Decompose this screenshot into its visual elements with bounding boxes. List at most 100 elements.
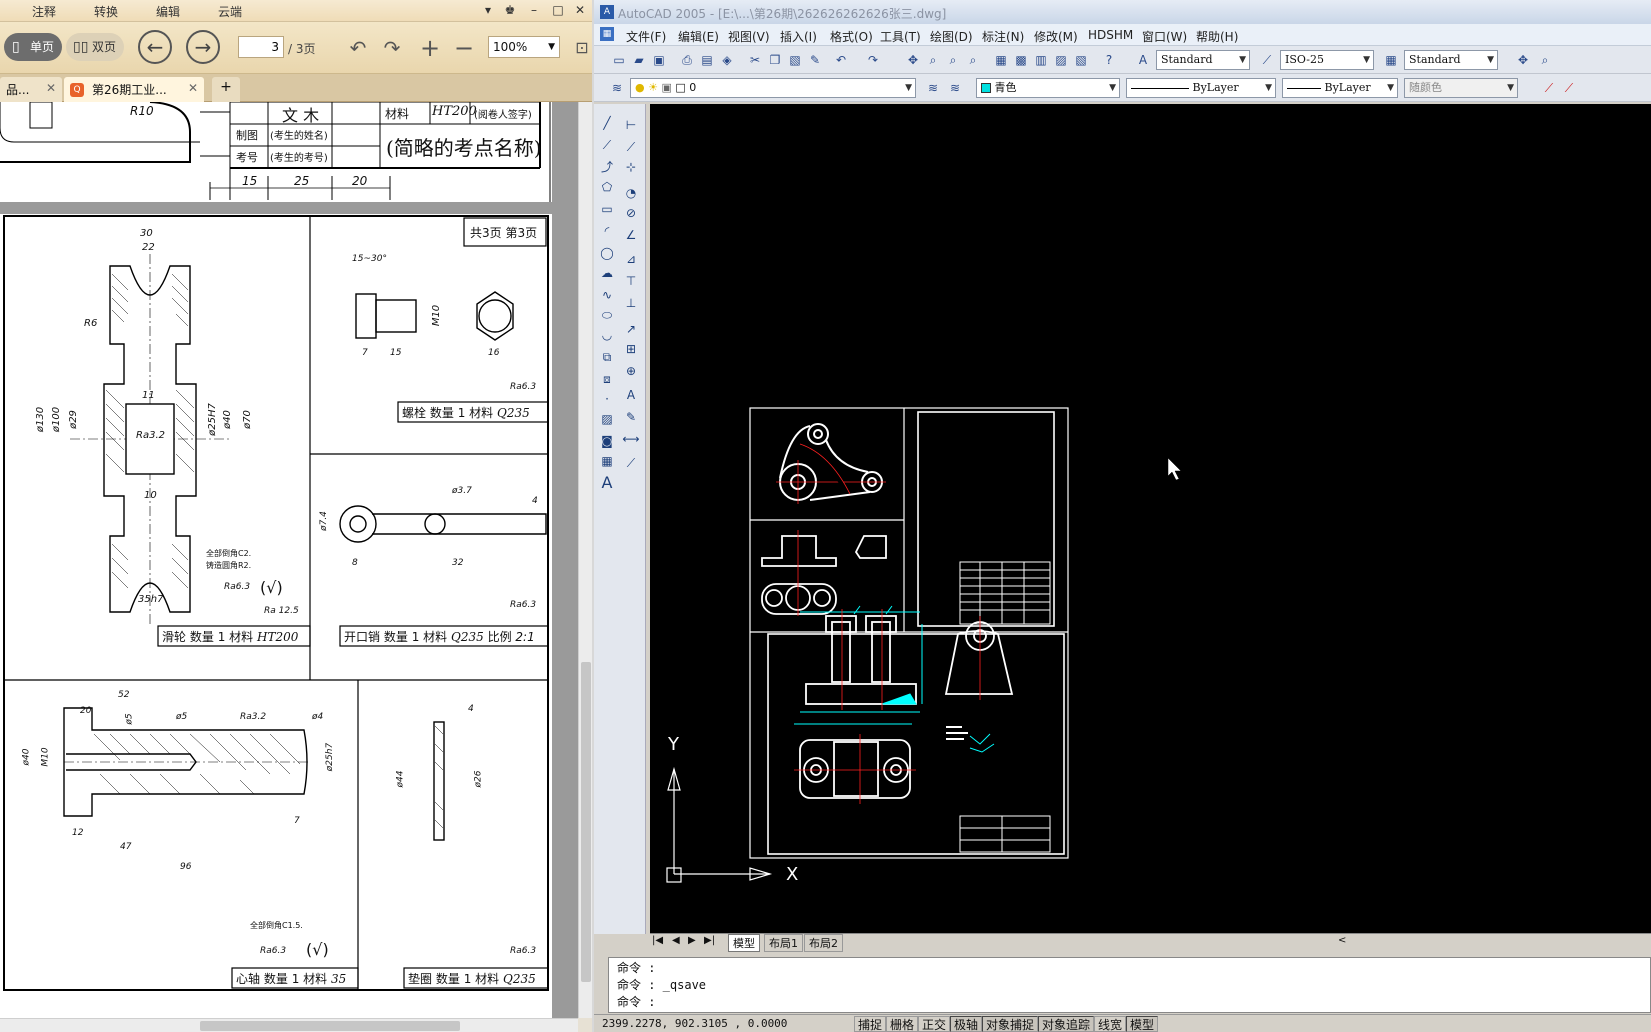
last-tab-icon[interactable]: ▶|: [704, 935, 715, 946]
tab-layout2[interactable]: 布局2: [804, 934, 843, 952]
skin-icon[interactable]: ♚: [500, 1, 520, 19]
menu-tools[interactable]: 工具(T): [880, 28, 921, 45]
color-select[interactable]: 青色 ▼: [976, 78, 1120, 98]
new-tab-button[interactable]: +: [212, 77, 240, 102]
quick-dim-icon[interactable]: ⊿: [622, 250, 640, 268]
tab-model[interactable]: 模型: [728, 934, 760, 952]
publish-icon[interactable]: ◈: [718, 51, 736, 69]
menu-convert[interactable]: 转换: [94, 3, 118, 20]
dim-update-icon[interactable]: ⟷: [622, 430, 640, 448]
menu-view[interactable]: 视图(V): [728, 28, 770, 45]
menu-annotate[interactable]: 注释: [32, 3, 56, 20]
properties-icon[interactable]: ▦: [992, 51, 1010, 69]
polyline-icon[interactable]: ⤴: [598, 158, 616, 176]
snap-toggle[interactable]: 捕捉: [854, 1016, 887, 1032]
save-icon[interactable]: ▣: [650, 51, 668, 69]
point-icon[interactable]: ·: [598, 390, 616, 408]
minimize-button[interactable]: –: [524, 1, 544, 19]
zoom-in-icon[interactable]: +: [418, 36, 442, 60]
close-icon[interactable]: ✕: [46, 81, 56, 95]
lineweight-toggle[interactable]: 线宽: [1094, 1016, 1127, 1032]
design-center-icon[interactable]: ▩: [1012, 51, 1030, 69]
document-icon[interactable]: ▦: [600, 27, 614, 41]
command-prompt[interactable]: 命令 :: [617, 994, 1650, 1011]
revision-cloud-icon[interactable]: ☁: [598, 264, 616, 282]
rotate-right-icon[interactable]: ↷: [380, 36, 404, 60]
fit-page-icon[interactable]: ⊡: [570, 36, 592, 60]
table-icon[interactable]: ▦: [598, 452, 616, 470]
tab-doc-1[interactable]: 品... ✕: [0, 77, 62, 102]
undo-icon[interactable]: ↶: [832, 51, 850, 69]
menu-window[interactable]: 窗口(W): [1142, 28, 1187, 45]
menu-edit[interactable]: 编辑: [156, 3, 180, 20]
command-window[interactable]: 命令 : 命令 : _qsave 命令 :: [608, 957, 1651, 1013]
redo-icon[interactable]: ↷: [864, 51, 882, 69]
dropdown-icon[interactable]: ▾: [478, 1, 498, 19]
ellipse-icon[interactable]: ⬭: [598, 306, 616, 324]
menu-insert[interactable]: 插入(I): [780, 28, 817, 45]
dim-text-edit-icon[interactable]: ✎: [622, 408, 640, 426]
page-number-input[interactable]: [238, 36, 284, 58]
preview-icon[interactable]: ▤: [698, 51, 716, 69]
hatch-icon[interactable]: ▨: [598, 410, 616, 428]
dim-aligned-icon[interactable]: ⟋: [1560, 79, 1578, 97]
insert-block-icon[interactable]: ⧉: [598, 348, 616, 366]
menu-edit[interactable]: 编辑(E): [678, 28, 719, 45]
print-icon[interactable]: ⎙: [678, 51, 696, 69]
menu-dimension[interactable]: 标注(N): [982, 28, 1024, 45]
dim-style-icon[interactable]: ⟋: [622, 454, 640, 472]
dim-linear-icon[interactable]: ⊢: [622, 116, 640, 134]
menu-file[interactable]: 文件(F): [626, 28, 666, 45]
document-viewport[interactable]: R10 文 木 材料 HT200 (阅卷人签字) 制图 (考生的姓名) 考号 (…: [0, 102, 578, 1018]
make-block-icon[interactable]: ⧈: [598, 370, 616, 388]
dim-continue-icon[interactable]: ⊥: [622, 294, 640, 312]
next-tab-icon[interactable]: ▶: [688, 935, 696, 946]
scroll-thumb[interactable]: [200, 1021, 460, 1031]
zoom-icon[interactable]: ⌕: [1536, 51, 1554, 69]
dim-angular-icon[interactable]: ∠: [622, 226, 640, 244]
ellipse-arc-icon[interactable]: ◡: [598, 326, 616, 344]
menu-help[interactable]: 帮助(H): [1196, 28, 1238, 45]
new-file-icon[interactable]: ▭: [610, 51, 628, 69]
close-button[interactable]: ✕: [570, 1, 590, 19]
model-space-toggle[interactable]: 模型: [1126, 1016, 1159, 1032]
close-icon[interactable]: ✕: [188, 81, 198, 95]
reader-horizontal-scrollbar[interactable]: [0, 1018, 578, 1032]
single-page-button[interactable]: ▯ 单页: [4, 33, 62, 61]
cut-icon[interactable]: ✂: [746, 51, 764, 69]
dim-radius-icon[interactable]: ◔: [622, 184, 640, 202]
dim-aligned-icon[interactable]: ⟋: [622, 138, 640, 156]
linetype-select[interactable]: ByLayer ▼: [1126, 78, 1276, 98]
double-page-button[interactable]: ▯▯ 双页: [66, 33, 124, 61]
dim-edit-icon[interactable]: A: [622, 386, 640, 404]
rotate-left-icon[interactable]: ↶: [346, 36, 370, 60]
layer-select[interactable]: ● ☀ ▣ □ 0 ▼: [630, 78, 916, 98]
tab-layout1[interactable]: 布局1: [764, 934, 803, 952]
maximize-button[interactable]: □: [548, 1, 568, 19]
reader-vertical-scrollbar[interactable]: [578, 102, 592, 1018]
menu-cloud[interactable]: 云端: [218, 3, 242, 20]
ortho-toggle[interactable]: 正交: [918, 1016, 951, 1032]
tool-palette-icon[interactable]: ▥: [1032, 51, 1050, 69]
polygon-icon[interactable]: ⬠: [598, 178, 616, 196]
open-file-icon[interactable]: ▰: [630, 51, 648, 69]
scroll-left-icon[interactable]: <: [1338, 935, 1346, 946]
multiline-text-icon[interactable]: A: [598, 474, 616, 492]
grid-toggle[interactable]: 栅格: [886, 1016, 919, 1032]
layer-previous-icon[interactable]: ≋: [946, 79, 964, 97]
leader-icon[interactable]: ↗: [622, 320, 640, 338]
dim-linear-icon[interactable]: ⟋: [1540, 79, 1558, 97]
make-current-layer-icon[interactable]: ≋: [924, 79, 942, 97]
rectangle-icon[interactable]: ▭: [598, 200, 616, 218]
next-page-button[interactable]: →: [186, 30, 220, 64]
prev-page-button[interactable]: ←: [138, 30, 172, 64]
menu-modify[interactable]: 修改(M): [1034, 28, 1078, 45]
osnap-toggle[interactable]: 对象捕捉: [982, 1016, 1039, 1032]
text-style-select[interactable]: Standard ▼: [1156, 50, 1250, 70]
menu-hdshm[interactable]: HDSHM: [1088, 28, 1133, 42]
table-style-select[interactable]: Standard ▼: [1404, 50, 1498, 70]
zoom-window-icon[interactable]: ⌕: [944, 51, 962, 69]
menu-format[interactable]: 格式(O): [830, 28, 873, 45]
prev-tab-icon[interactable]: ◀: [672, 935, 680, 946]
plot-style-select[interactable]: 随颜色 ▼: [1404, 78, 1518, 98]
